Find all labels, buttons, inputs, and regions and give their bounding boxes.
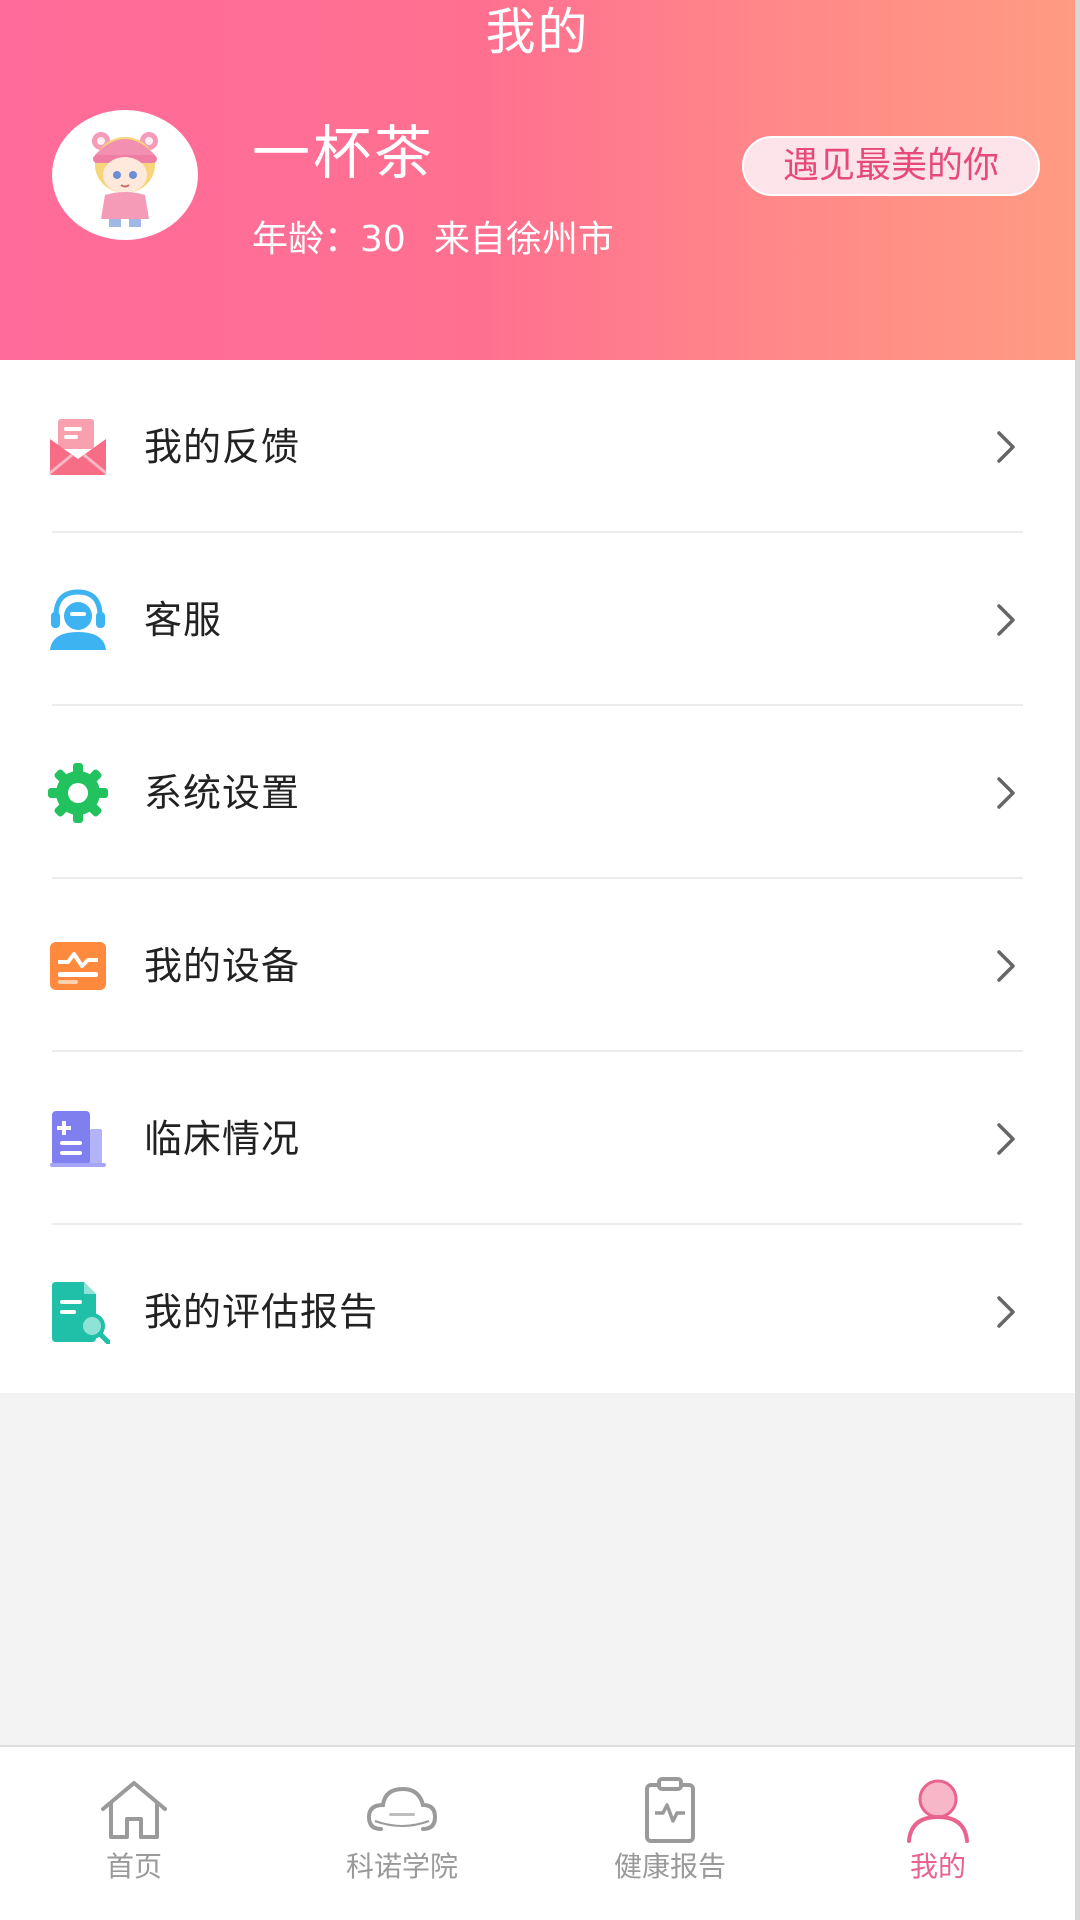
chevron-right-icon — [997, 1295, 1015, 1328]
person-icon — [907, 1779, 969, 1843]
tab-home[interactable]: 首页 — [0, 1747, 268, 1920]
menu-item-label: 临床情况 — [144, 1116, 301, 1161]
menu-item-clinical[interactable]: 临床情况 — [0, 1052, 1075, 1225]
feedback-mail-icon — [49, 418, 107, 475]
menu-item-label: 系统设置 — [144, 770, 301, 815]
age-value: 30 — [360, 219, 406, 260]
medical-document-icon — [50, 1110, 106, 1167]
tab-health-report[interactable]: 健康报告 — [536, 1747, 804, 1920]
bottom-tab-bar: 首页 科诺学院 健康报告 我的 — [0, 1745, 1075, 1920]
gear-icon — [48, 762, 108, 823]
customer-service-headset-icon — [50, 588, 106, 650]
user-name: 一杯茶 — [252, 119, 436, 187]
scrollbar-edge — [1075, 0, 1080, 1920]
tab-label: 首页 — [105, 1850, 162, 1883]
user-meta: 年龄：30 来自徐州市 — [252, 216, 614, 264]
tag-button[interactable]: 遇见最美的你 — [742, 136, 1040, 196]
chevron-right-icon — [997, 776, 1015, 809]
avatar-character-icon — [92, 132, 158, 227]
page-title: 我的 — [485, 3, 590, 61]
menu-item-assessment-report[interactable]: 我的评估报告 — [0, 1225, 1075, 1398]
chevron-right-icon — [997, 430, 1015, 463]
chevron-right-icon — [997, 1122, 1015, 1155]
menu-item-label: 我的评估报告 — [144, 1289, 379, 1334]
menu-item-feedback[interactable]: 我的反馈 — [0, 360, 1075, 533]
report-search-icon — [52, 1281, 110, 1344]
tab-academy[interactable]: 科诺学院 — [268, 1747, 536, 1920]
age-label: 年龄： — [252, 219, 361, 260]
tab-label: 我的 — [909, 1850, 966, 1883]
menu-item-customer-service[interactable]: 客服 — [0, 533, 1075, 706]
cloud-icon — [366, 1786, 438, 1831]
menu-item-my-devices[interactable]: 我的设备 — [0, 879, 1075, 1052]
tab-label: 科诺学院 — [345, 1850, 458, 1883]
chevron-right-icon — [997, 949, 1015, 982]
menu-item-label: 我的设备 — [144, 943, 301, 988]
tab-label: 健康报告 — [613, 1850, 726, 1883]
menu-item-label: 客服 — [144, 597, 223, 642]
chevron-right-icon — [997, 603, 1015, 636]
device-monitor-icon — [50, 941, 106, 990]
menu-item-label: 我的反馈 — [144, 424, 301, 469]
avatar[interactable] — [52, 110, 198, 240]
location-text: 来自徐州市 — [433, 219, 614, 260]
home-icon — [101, 1781, 167, 1839]
clipboard-heartbeat-icon — [645, 1777, 695, 1843]
profile-header: 我的 一杯茶 年龄：30 来自徐州市 遇见最美的你 — [0, 0, 1075, 360]
tab-mine[interactable]: 我的 — [804, 1747, 1072, 1920]
menu-item-system-settings[interactable]: 系统设置 — [0, 706, 1075, 879]
menu-list: 我的反馈 客服 系统设置 我的设备 临床情况 我的评估报告 — [0, 360, 1075, 1393]
